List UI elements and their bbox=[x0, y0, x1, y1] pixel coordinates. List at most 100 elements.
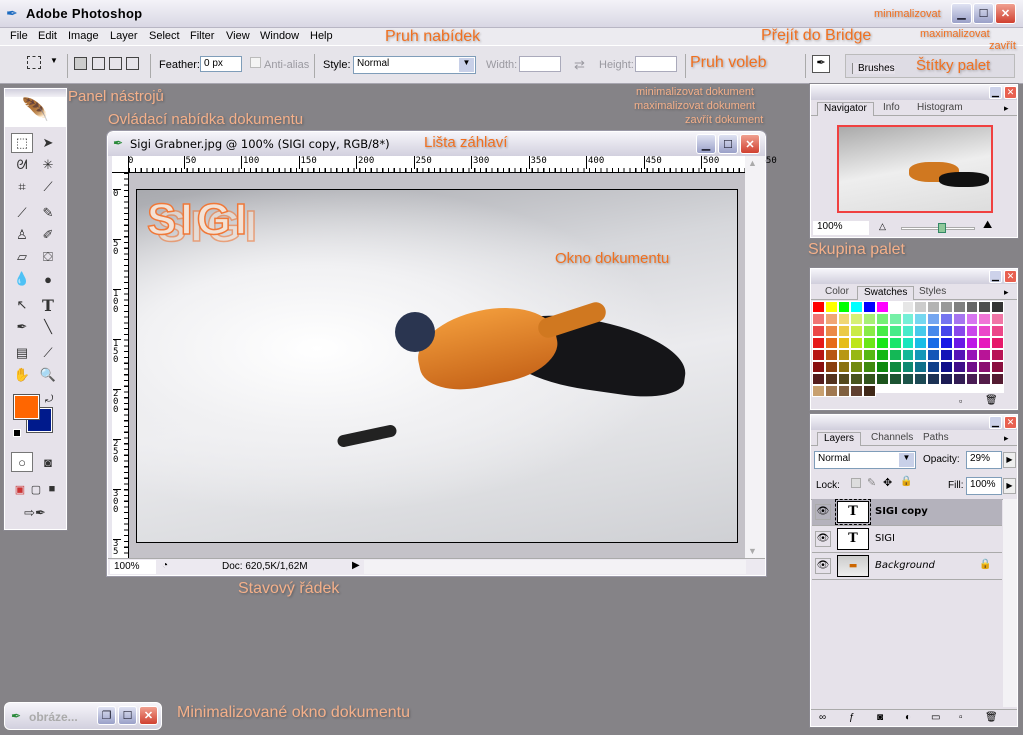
swatch[interactable] bbox=[850, 325, 864, 337]
swatch[interactable] bbox=[965, 313, 979, 325]
swatch[interactable] bbox=[939, 325, 953, 337]
swatch[interactable] bbox=[914, 373, 928, 385]
swatch[interactable] bbox=[812, 349, 825, 361]
adjustment-layer-icon[interactable]: ◐ bbox=[905, 712, 911, 723]
swatch[interactable] bbox=[939, 349, 953, 361]
swatch[interactable] bbox=[927, 301, 940, 313]
zoom-in-icon[interactable]: ⛰ bbox=[983, 219, 992, 232]
swatch[interactable] bbox=[863, 361, 876, 373]
swatch[interactable] bbox=[888, 313, 902, 325]
layer-mask-icon[interactable]: ◙ bbox=[877, 712, 883, 723]
close-button[interactable]: ✕ bbox=[995, 3, 1016, 24]
swatch[interactable] bbox=[914, 325, 928, 337]
swatch[interactable] bbox=[939, 337, 953, 349]
status-options-icon[interactable]: ◔ bbox=[162, 560, 168, 571]
swatch[interactable] bbox=[837, 349, 851, 361]
swatch[interactable] bbox=[888, 361, 902, 373]
swatch[interactable] bbox=[863, 337, 876, 349]
swatch[interactable] bbox=[978, 301, 992, 313]
swatch[interactable] bbox=[991, 313, 1004, 325]
navigator-preview[interactable] bbox=[837, 125, 993, 213]
opacity-slider-arrow-icon[interactable]: ▶ bbox=[1003, 452, 1016, 468]
tab-swatches[interactable]: Swatches bbox=[857, 286, 915, 300]
swatch[interactable] bbox=[991, 301, 1004, 313]
minimize-button[interactable]: ▁ bbox=[951, 3, 972, 24]
swatch[interactable] bbox=[812, 385, 825, 397]
swatch[interactable] bbox=[927, 325, 940, 337]
swatch[interactable] bbox=[939, 301, 953, 313]
palette-menu-icon[interactable]: ▸ bbox=[1004, 103, 1009, 114]
eraser-tool-icon[interactable]: ▱ bbox=[11, 247, 33, 267]
document-close-button[interactable]: ✕ bbox=[740, 134, 760, 154]
vertical-scrollbar[interactable]: ▲ ▼ bbox=[745, 156, 765, 558]
healing-brush-tool-icon[interactable]: ⟋ bbox=[11, 203, 33, 223]
swatch[interactable] bbox=[824, 373, 838, 385]
swatch[interactable] bbox=[927, 313, 940, 325]
swap-icon[interactable]: ⇄ bbox=[574, 57, 585, 73]
swatch[interactable] bbox=[837, 361, 851, 373]
swatch[interactable] bbox=[927, 373, 940, 385]
pen-tool-icon[interactable]: ✒ bbox=[11, 317, 33, 337]
swatch[interactable] bbox=[991, 325, 1004, 337]
swatch[interactable] bbox=[875, 301, 889, 313]
swatch[interactable] bbox=[978, 325, 992, 337]
toolbox-grip[interactable] bbox=[5, 89, 66, 97]
ruler-origin[interactable] bbox=[112, 156, 129, 173]
swatch[interactable] bbox=[952, 361, 966, 373]
foreground-color-swatch[interactable] bbox=[13, 394, 40, 420]
swatch[interactable] bbox=[837, 385, 851, 397]
swatch[interactable] bbox=[863, 349, 876, 361]
jump-to-imageready-icon[interactable]: ⇨✒ bbox=[11, 503, 59, 523]
swatch[interactable] bbox=[901, 349, 915, 361]
style-select[interactable]: Normal ▼ bbox=[353, 56, 476, 74]
paint-bucket-tool-icon[interactable]: ⛋ bbox=[37, 247, 59, 267]
slice-tool-icon[interactable]: ⟋ bbox=[37, 177, 59, 197]
lock-all-icon[interactable]: 🔒 bbox=[900, 476, 912, 487]
swatch[interactable] bbox=[978, 313, 992, 325]
swatch[interactable] bbox=[812, 301, 825, 313]
palette-close-button[interactable]: ✕ bbox=[1004, 416, 1017, 429]
swatch[interactable] bbox=[914, 361, 928, 373]
lock-pixels-icon[interactable]: ✎ bbox=[867, 476, 876, 489]
visibility-eye-icon[interactable]: 👁 bbox=[815, 531, 831, 547]
swatch[interactable] bbox=[824, 301, 838, 313]
lock-transparency-icon[interactable] bbox=[851, 478, 861, 488]
new-selection-icon[interactable] bbox=[74, 57, 87, 70]
swatch[interactable] bbox=[875, 325, 889, 337]
swatch[interactable] bbox=[914, 349, 928, 361]
preset-dropdown-arrow-icon[interactable]: ▼ bbox=[50, 56, 58, 65]
swatch[interactable] bbox=[888, 349, 902, 361]
swatch[interactable] bbox=[939, 313, 953, 325]
eyedropper-tool-icon[interactable]: ⟋ bbox=[37, 343, 59, 363]
feather-logo-icon[interactable]: 🪶 bbox=[5, 97, 66, 127]
swatch[interactable] bbox=[875, 349, 889, 361]
marquee-tool-icon[interactable]: ⬚ bbox=[11, 133, 33, 153]
layer-row-sigi-copy[interactable]: 👁 T SIGI copy bbox=[812, 499, 1002, 526]
swatch[interactable] bbox=[850, 337, 864, 349]
magic-wand-tool-icon[interactable]: ✳ bbox=[37, 155, 59, 175]
layers-scrollbar[interactable] bbox=[1003, 499, 1017, 707]
move-tool-icon[interactable]: ➤ bbox=[37, 133, 59, 153]
swatch[interactable] bbox=[850, 313, 864, 325]
palette-header[interactable]: ▁ ✕ bbox=[811, 269, 1017, 284]
tab-channels[interactable]: Channels bbox=[865, 432, 919, 446]
swatch[interactable] bbox=[875, 337, 889, 349]
menu-window[interactable]: Window bbox=[260, 30, 299, 42]
swatch[interactable] bbox=[952, 325, 966, 337]
antialias-checkbox[interactable] bbox=[250, 57, 261, 68]
palette-header[interactable]: ▁ ✕ bbox=[811, 415, 1017, 430]
trash-icon[interactable]: 🗑 bbox=[985, 395, 998, 406]
type-tool-icon[interactable]: T bbox=[37, 295, 59, 315]
menu-select[interactable]: Select bbox=[149, 30, 180, 42]
palette-well-tab-brushes[interactable]: Brushes bbox=[852, 63, 895, 74]
swatch[interactable] bbox=[952, 349, 966, 361]
hand-tool-icon[interactable]: ✋ bbox=[11, 365, 33, 385]
swatch[interactable] bbox=[837, 325, 851, 337]
document-image[interactable]: SIGI SIGI bbox=[136, 189, 738, 543]
restore-document-button[interactable]: ❐ bbox=[97, 706, 116, 725]
path-selection-tool-icon[interactable]: ↖ bbox=[11, 295, 33, 315]
canvas-area[interactable]: SIGI SIGI bbox=[129, 173, 745, 558]
swatch[interactable] bbox=[837, 337, 851, 349]
notes-tool-icon[interactable]: ▤ bbox=[11, 343, 33, 363]
document-minimize-button[interactable]: ▁ bbox=[696, 134, 716, 154]
